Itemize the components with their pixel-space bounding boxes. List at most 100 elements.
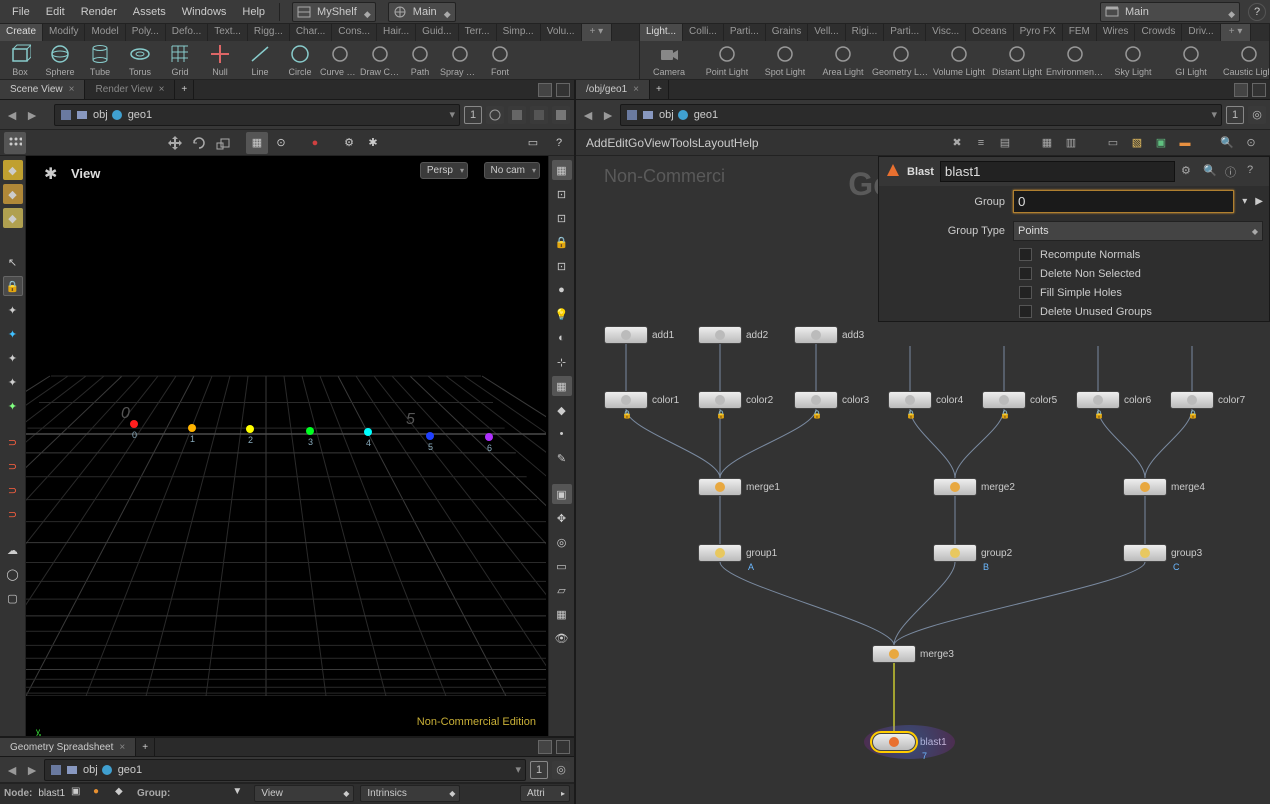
shelf-tool-sky-light[interactable]: Sky Light (1104, 41, 1162, 79)
select-tool-icon[interactable]: ◆ (3, 160, 23, 180)
checkbox[interactable] (1019, 248, 1032, 261)
checkbox[interactable] (1019, 305, 1032, 318)
pane-menu-icon[interactable] (1252, 83, 1266, 97)
color-icon[interactable]: ▬ (1176, 134, 1194, 152)
back-icon[interactable]: ◄ (4, 762, 20, 778)
netmenu-add[interactable]: Add (586, 136, 607, 150)
node-add3[interactable]: add3 (794, 326, 864, 344)
close-icon[interactable]: × (119, 742, 125, 753)
shelf-tool-geometry-light[interactable]: Geometry Light (872, 41, 930, 79)
max-icon[interactable] (552, 106, 570, 124)
pane-main-selector[interactable]: Main◆ (388, 2, 456, 22)
maximize-icon[interactable] (538, 740, 552, 754)
netmenu-edit[interactable]: Edit (607, 136, 628, 150)
shelf-tool-distant-light[interactable]: Distant Light (988, 41, 1046, 79)
shelf-tab[interactable]: Terr... (459, 24, 497, 41)
take-button[interactable]: 1 (464, 106, 482, 124)
shelf-tool-point-light[interactable]: Point Light (698, 41, 756, 79)
menu-render[interactable]: Render (73, 2, 125, 22)
attr-dropdown[interactable]: Attri▸ (520, 785, 570, 802)
wrench-icon[interactable]: ✖ (948, 134, 966, 152)
add-tab-button[interactable]: + (650, 80, 669, 99)
close-icon[interactable]: × (159, 84, 165, 95)
display-icon[interactable]: ▦ (552, 160, 572, 180)
shelf-tab[interactable]: Oceans (966, 24, 1013, 41)
bone-icon[interactable]: ⊹ (552, 352, 572, 372)
shelf-tab[interactable]: Vell... (808, 24, 845, 41)
node-color4[interactable]: color4🔒 (888, 391, 963, 409)
3d-viewport[interactable]: 050123456 ✱ View Persp▾ No cam▾ Non-Comm… (26, 156, 548, 736)
sel-icon[interactable]: ▣ (552, 484, 572, 504)
menu-windows[interactable]: Windows (174, 2, 235, 22)
magnet2-icon[interactable]: ⊃ (3, 456, 23, 476)
back-icon[interactable]: ◄ (4, 107, 20, 123)
node-name-field[interactable] (940, 161, 1175, 182)
path-crumbs[interactable]: obj geo1 ▾ (620, 104, 1222, 126)
shelf-tab[interactable]: Grains (766, 24, 808, 41)
filter-icon[interactable]: ▼ (232, 786, 248, 802)
netmenu-view[interactable]: View (644, 136, 670, 150)
netmenu-help[interactable]: Help (734, 136, 759, 150)
shelf-tab[interactable]: Visc... (926, 24, 966, 41)
path-crumbs[interactable]: obj geo1 ▾ (54, 104, 460, 126)
node-merge1[interactable]: merge1 (698, 478, 780, 496)
tab-render-view[interactable]: Render View× (85, 80, 175, 99)
tab-scene-view[interactable]: Scene View× (0, 80, 85, 99)
camera-nocam-dropdown[interactable]: No cam▾ (484, 162, 540, 179)
bug-icon[interactable]: ✱ (362, 132, 384, 154)
list-icon[interactable]: ▤ (996, 134, 1014, 152)
shelf-tool-volume-light[interactable]: Volume Light (930, 41, 988, 79)
node-merge2[interactable]: merge2 (933, 478, 1015, 496)
nav-icon[interactable]: ✥ (552, 508, 572, 528)
pane-menu-icon[interactable] (556, 83, 570, 97)
shelf-tab[interactable]: Model (85, 24, 125, 41)
maximize-icon[interactable] (1234, 83, 1248, 97)
shelf-tool-spot-light[interactable]: Spot Light (756, 41, 814, 79)
inspect-icon[interactable]: ◎ (552, 532, 572, 552)
node-group3[interactable]: group3C (1123, 544, 1202, 562)
record-icon[interactable]: ● (304, 132, 326, 154)
checkbox[interactable] (1019, 267, 1032, 280)
tool4-icon[interactable]: ✦ (3, 372, 23, 392)
shelf-tab[interactable]: Guid... (416, 24, 458, 41)
magnet-icon[interactable]: ⊃ (3, 432, 23, 452)
ghost-icon[interactable]: ◐ (552, 328, 572, 348)
info-icon[interactable]: ⓘ (1225, 164, 1241, 180)
pane-menu-icon[interactable] (556, 740, 570, 754)
shelf-tool-spray-paint[interactable]: Spray Paint (440, 41, 480, 79)
shelf-tab[interactable]: Defo... (166, 24, 208, 41)
rotate-icon[interactable] (188, 132, 210, 154)
align-icon[interactable]: ▱ (552, 580, 572, 600)
node-color2[interactable]: color2🔒 (698, 391, 773, 409)
add-tab-button[interactable]: + (175, 80, 194, 99)
sticky-icon[interactable]: ▧ (1128, 134, 1146, 152)
node-add2[interactable]: add2 (698, 326, 768, 344)
shelf-tool-curve-bezier[interactable]: Curve Bezier (320, 41, 360, 79)
shelf-selector[interactable]: MyShelf◆ (292, 2, 376, 22)
menu-assets[interactable]: Assets (125, 2, 174, 22)
shelf-tool-gi-light[interactable]: GI Light (1162, 41, 1220, 79)
view1-icon[interactable]: ▦ (1038, 134, 1056, 152)
shelf-tab[interactable]: Create (0, 24, 43, 41)
add-tab-button[interactable]: + (136, 738, 155, 756)
close-icon[interactable]: × (69, 84, 75, 95)
netmenu-go[interactable]: Go (628, 136, 644, 150)
disp1-icon[interactable]: ⊡ (552, 184, 572, 204)
shelf-tab[interactable]: Volu... (541, 24, 582, 41)
netmenu-layout[interactable]: Layout (698, 136, 734, 150)
magnet3-icon[interactable]: ⊃ (3, 480, 23, 500)
shelf-tab[interactable]: Crowds (1135, 24, 1182, 41)
home-icon[interactable]: ⊙ (1242, 134, 1260, 152)
snap-point-icon[interactable]: ⊙ (270, 132, 292, 154)
menu-help[interactable]: Help (234, 2, 273, 22)
node-color3[interactable]: color3🔒 (794, 391, 869, 409)
checkbox[interactable] (1019, 286, 1032, 299)
take-button[interactable]: 1 (530, 761, 548, 779)
take-button[interactable]: 1 (1226, 106, 1244, 124)
maximize-icon[interactable] (538, 83, 552, 97)
shelf-tool-line[interactable]: Line (240, 41, 280, 79)
shelf-tool-box[interactable]: Box (0, 41, 40, 79)
grid-menu-icon[interactable] (4, 132, 26, 154)
shelf-tab[interactable]: Char... (290, 24, 332, 41)
shelf-tool-path[interactable]: Path (400, 41, 440, 79)
